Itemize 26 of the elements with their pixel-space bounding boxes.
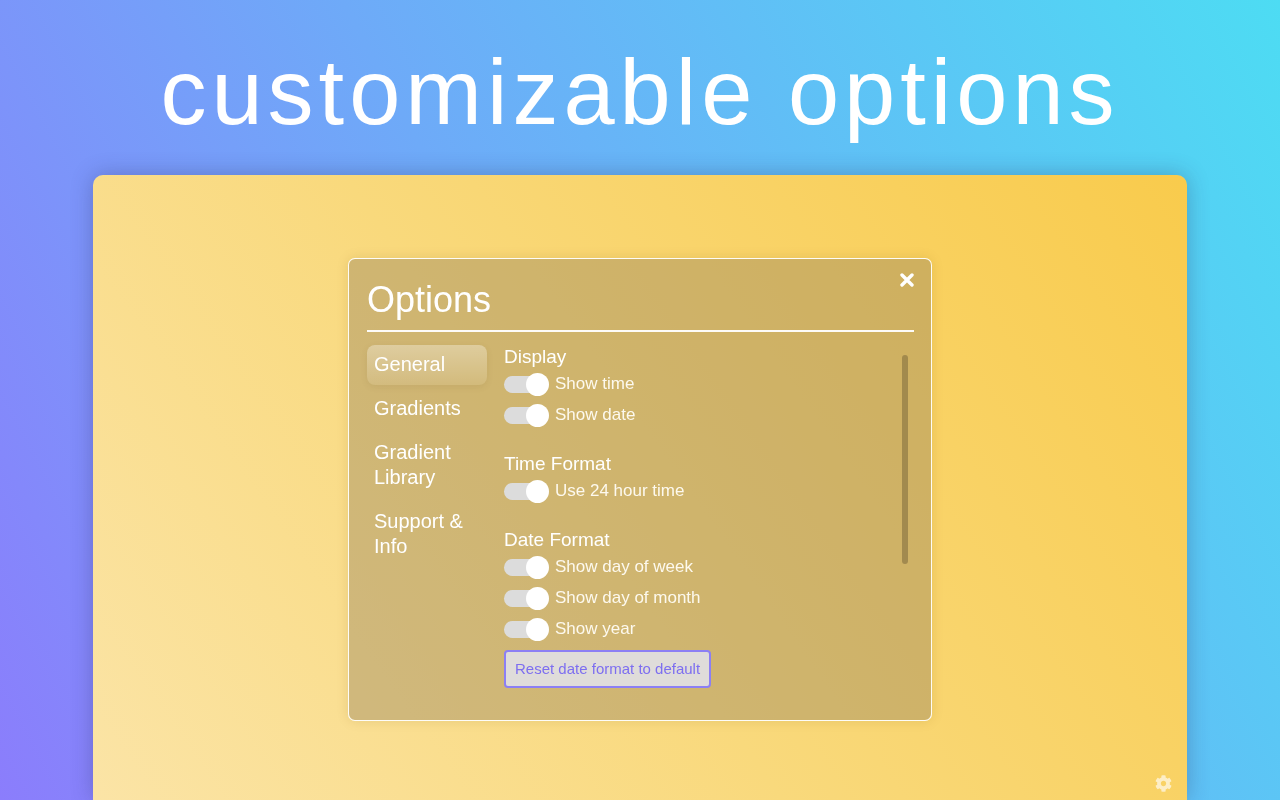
close-button[interactable] — [900, 273, 914, 287]
toggle-switch[interactable] — [504, 589, 548, 607]
dialog-title: Options — [367, 279, 492, 321]
toggle-label: Show time — [555, 374, 635, 394]
nav-tab[interactable]: General — [367, 344, 487, 385]
section-heading: Display — [504, 344, 568, 369]
section-heading: Date Format — [504, 527, 611, 552]
toggle-label: Show day of month — [555, 588, 701, 608]
toggle-switch[interactable] — [504, 406, 548, 424]
nav-tab[interactable]: Gradients — [367, 388, 487, 429]
headline: customizable options — [160, 40, 1120, 145]
toggle-label: Show date — [555, 405, 636, 425]
section-heading: Time Format — [504, 451, 612, 476]
toggle-switch[interactable] — [504, 482, 548, 500]
toggle-switch[interactable] — [504, 375, 548, 393]
settings-icon[interactable] — [1155, 775, 1172, 792]
close-icon — [900, 273, 914, 287]
toggle-switch[interactable] — [504, 558, 548, 576]
scrollbar-thumb[interactable] — [902, 354, 908, 564]
toggle-label: Use 24 hour time — [555, 481, 685, 501]
reset-button[interactable]: Reset date format to default — [504, 649, 712, 688]
nav-tab[interactable]: Support & Info — [367, 501, 487, 567]
nav-tab[interactable]: Gradient Library — [367, 432, 487, 498]
toggle-label: Show year — [555, 619, 636, 639]
toggle-switch[interactable] — [504, 620, 548, 638]
toggle-label: Show day of week — [555, 557, 693, 577]
